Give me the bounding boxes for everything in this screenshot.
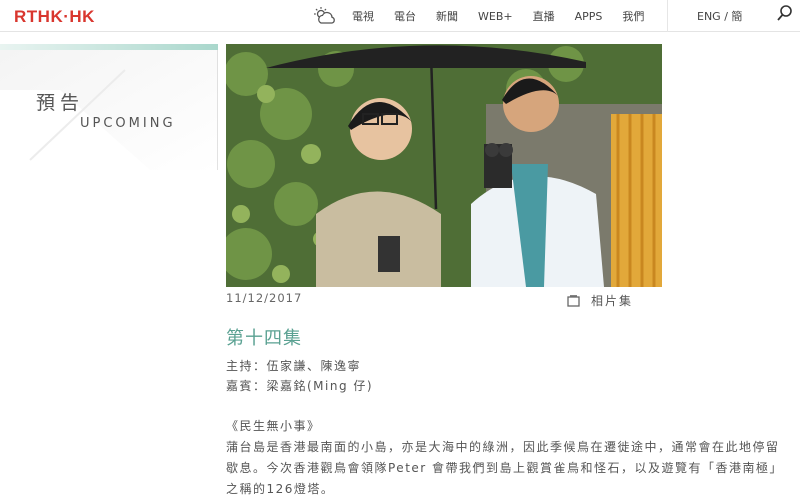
episode-photo-illustration [226,44,662,287]
nav-about-us[interactable]: 我們 [622,8,644,24]
nav-live[interactable]: 直播 [533,8,555,24]
rthk-logo[interactable]: RTHK·HK [14,7,95,27]
gallery-label: 相片集 [591,294,634,308]
search-icon[interactable] [776,4,794,24]
episode-credits: 主持：伍家謙、陳逸寧 嘉賓：梁嘉銘(Ming 仔) [226,356,373,396]
episode-description: 蒲台島是香港最南面的小島，亦是大海中的綠洲，因此季候鳥在遷徙途中，通常會在此地停… [226,440,784,496]
nav-news[interactable]: 新聞 [436,8,458,24]
host-line: 主持：伍家謙、陳逸寧 [226,359,362,373]
nav-radio[interactable]: 電台 [394,8,416,24]
photo-gallery-link[interactable]: 相片集 [567,292,633,309]
upcoming-title-zh: 預告 [36,92,85,114]
main-nav: 電視 電台 新聞 WEB+ 直播 APPS 我們 [312,0,664,32]
episode-title: 第十四集 [226,328,302,349]
guest-line: 嘉賓：梁嘉銘(Ming 仔) [226,379,374,393]
weather-icon[interactable] [312,6,338,26]
nav-web-plus[interactable]: WEB+ [478,10,513,23]
top-navbar: RTHK·HK 電視 電台 新聞 WEB+ 直播 APPS 我們 ENG / 簡 [0,0,800,32]
episode-photo[interactable] [226,44,662,287]
nav-apps[interactable]: APPS [575,10,603,23]
language-switch[interactable]: ENG / 簡 [697,8,742,24]
segment-title: 《民生無小事》 [226,419,321,433]
nav-tv[interactable]: 電視 [352,8,374,24]
nav-divider [667,0,668,32]
upcoming-title-en: UPCOMING [80,116,176,131]
upcoming-panel-background [0,50,218,170]
episode-date: 11/12/2017 [226,291,303,305]
gallery-icon [567,294,580,307]
